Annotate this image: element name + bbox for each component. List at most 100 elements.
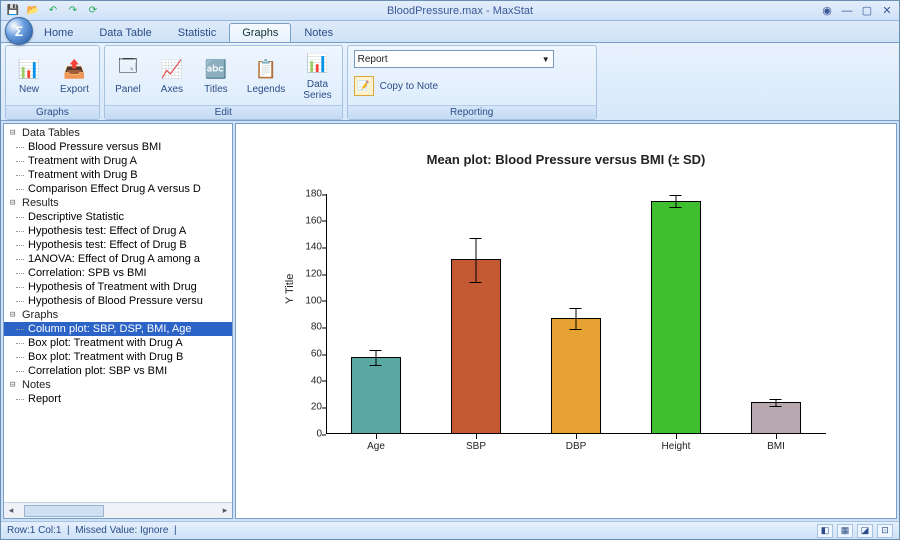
legends-button[interactable]: 📋 Legends <box>243 54 289 97</box>
collapse-icon[interactable]: ⊟ <box>10 310 20 320</box>
ribbon-group-graphs: 📊New📤Export Graphs <box>5 45 100 120</box>
y-tick: 60 <box>296 349 322 360</box>
help-icon[interactable]: ◉ <box>819 4 835 18</box>
tree-section-notes[interactable]: ⊟Notes <box>4 378 232 392</box>
export-button-icon: 📤 <box>61 56 87 82</box>
tab-home[interactable]: Home <box>31 23 86 42</box>
app-orb-button[interactable]: Σ <box>5 17 33 45</box>
ribbon-group-label: Edit <box>105 105 342 119</box>
report-combo[interactable]: Report ▼ <box>354 50 554 68</box>
error-bar <box>476 238 477 283</box>
tree-section-graphs[interactable]: ⊟Graphs <box>4 308 232 322</box>
y-axis-title: Y Title <box>284 274 296 304</box>
tree-section-data-tables[interactable]: ⊟Data Tables <box>4 126 232 140</box>
tab-notes[interactable]: Notes <box>291 23 346 42</box>
tab-data-table[interactable]: Data Table <box>86 23 164 42</box>
tree-item[interactable]: Blood Pressure versus BMI <box>4 140 232 154</box>
tree-item[interactable]: Hypothesis of Treatment with Drug <box>4 280 232 294</box>
y-tick: 120 <box>296 269 322 280</box>
export-button[interactable]: 📤Export <box>56 54 93 97</box>
report-combo-value: Report <box>358 54 388 65</box>
scroll-right-icon[interactable]: ▸ <box>218 505 232 516</box>
tree-item[interactable]: Treatment with Drug B <box>4 168 232 182</box>
bar-bmi <box>751 402 801 434</box>
data-series-button[interactable]: 📊DataSeries <box>299 49 335 103</box>
qat-open-icon[interactable]: 📂 <box>25 3 41 19</box>
tree-item[interactable]: Box plot: Treatment with Drug B <box>4 350 232 364</box>
titles-button[interactable]: 🔤Titles <box>199 54 233 97</box>
status-btn-3[interactable]: ◪ <box>857 524 873 538</box>
project-tree[interactable]: ⊟Data TablesBlood Pressure versus BMITre… <box>4 124 232 502</box>
qat-redo-icon[interactable]: ↷ <box>65 3 81 19</box>
tree-item[interactable]: Comparison Effect Drug A versus D <box>4 182 232 196</box>
tree-item[interactable]: Hypothesis of Blood Pressure versu <box>4 294 232 308</box>
y-tick: 140 <box>296 242 322 253</box>
tree-item[interactable]: Report <box>4 392 232 406</box>
chart-title: Mean plot: Blood Pressure versus BMI (± … <box>236 124 896 175</box>
chevron-down-icon: ▼ <box>542 55 550 64</box>
tree-section-results[interactable]: ⊟Results <box>4 196 232 210</box>
tree-item[interactable]: Correlation: SPB vs BMI <box>4 266 232 280</box>
note-icon: 📝 <box>354 76 374 96</box>
x-label: DBP <box>546 441 606 452</box>
tree-item[interactable]: Hypothesis test: Effect of Drug B <box>4 238 232 252</box>
ribbon-tabs: Σ HomeData TableStatisticGraphsNotes <box>1 21 899 43</box>
error-bar <box>576 308 577 329</box>
scroll-thumb[interactable] <box>24 505 104 517</box>
y-tick: 160 <box>296 215 322 226</box>
x-label: SBP <box>446 441 506 452</box>
tree-item[interactable]: Hypothesis test: Effect of Drug A <box>4 224 232 238</box>
status-cursor-pos: Row:1 Col:1 <box>7 525 61 536</box>
new-button[interactable]: 📊New <box>12 54 46 97</box>
data-series-button-label: DataSeries <box>303 79 331 101</box>
x-tick <box>376 434 377 439</box>
new-button-label: New <box>19 84 39 95</box>
qat-undo-icon[interactable]: ↶ <box>45 3 61 19</box>
y-tick: 100 <box>296 295 322 306</box>
tab-statistic[interactable]: Statistic <box>165 23 230 42</box>
data-series-button-icon: 📊 <box>304 51 330 77</box>
titles-button-label: Titles <box>204 84 228 95</box>
collapse-icon[interactable]: ⊟ <box>10 128 20 138</box>
status-bar: Row:1 Col:1 | Missed Value: Ignore | ◧ ▦… <box>1 521 899 539</box>
status-btn-1[interactable]: ◧ <box>817 524 833 538</box>
error-bar <box>776 399 777 407</box>
collapse-icon[interactable]: ⊟ <box>10 380 20 390</box>
x-tick <box>676 434 677 439</box>
scroll-left-icon[interactable]: ◂ <box>4 505 18 516</box>
close-icon[interactable]: ✕ <box>879 4 895 18</box>
tree-item[interactable]: Column plot: SBP, DSP, BMI, Age <box>4 322 232 336</box>
window-title: BloodPressure.max - MaxStat <box>101 5 819 17</box>
tree-item[interactable]: Descriptive Statistic <box>4 210 232 224</box>
bar-dbp <box>551 318 601 434</box>
maximize-icon[interactable]: ▢ <box>859 4 875 18</box>
axes-button-label: Axes <box>161 84 183 95</box>
tree-item[interactable]: Box plot: Treatment with Drug A <box>4 336 232 350</box>
chart-plot-area: 020406080100120140160180AgeSBPDBPHeightB… <box>326 194 826 434</box>
chart-pane: Mean plot: Blood Pressure versus BMI (± … <box>235 123 897 519</box>
copy-to-note-button[interactable]: 📝 Copy to Note <box>354 72 438 96</box>
y-tick: 80 <box>296 322 322 333</box>
tab-graphs[interactable]: Graphs <box>229 23 291 42</box>
status-btn-2[interactable]: ▦ <box>837 524 853 538</box>
ribbon-group-reporting: Report ▼ 📝 Copy to Note Reporting <box>347 45 597 120</box>
collapse-icon[interactable]: ⊟ <box>10 198 20 208</box>
legends-button-icon: 📋 <box>253 56 279 82</box>
axes-button[interactable]: 📈Axes <box>155 54 189 97</box>
minimize-icon[interactable]: — <box>839 4 855 18</box>
horizontal-scrollbar[interactable]: ◂ ▸ <box>4 502 232 518</box>
tree-item[interactable]: Correlation plot: SBP vs BMI <box>4 364 232 378</box>
status-btn-4[interactable]: ⊡ <box>877 524 893 538</box>
tree-item[interactable]: 1ANOVA: Effect of Drug A among a <box>4 252 232 266</box>
legends-button-label: Legends <box>247 84 285 95</box>
panel-button[interactable]: 🗔Panel <box>111 54 145 97</box>
qat-refresh-icon[interactable]: ⟳ <box>85 3 101 19</box>
tree-item[interactable]: Treatment with Drug A <box>4 154 232 168</box>
x-tick <box>776 434 777 439</box>
bar-height <box>651 201 701 434</box>
x-tick <box>576 434 577 439</box>
y-tick: 0 <box>296 429 322 440</box>
ribbon-group-label: Reporting <box>348 105 596 119</box>
ribbon-group-edit: 🗔Panel 📈Axes 🔤Titles 📋 Legends 📊DataSeries Ed… <box>104 45 343 120</box>
x-label: BMI <box>746 441 806 452</box>
